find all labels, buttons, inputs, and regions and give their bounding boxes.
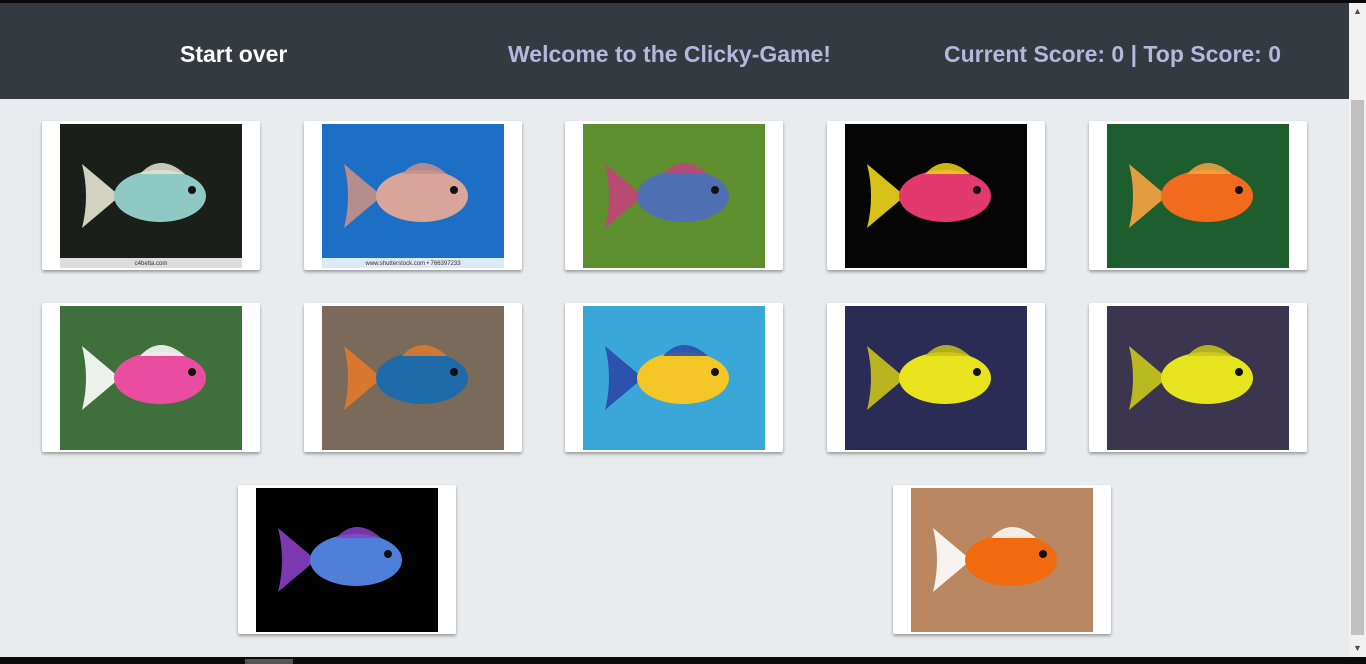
halfmoon-betta-card[interactable] xyxy=(238,485,456,634)
horizontal-scrollbar-thumb[interactable] xyxy=(245,659,293,664)
flowerhorn-card[interactable]: www.shutterstock.com • 766397233 xyxy=(304,121,522,270)
scroll-up-arrow-icon[interactable]: ▲ xyxy=(1349,3,1366,20)
fish-image xyxy=(256,488,438,632)
score-display: Current Score: 0 | Top Score: 0 xyxy=(944,41,1282,67)
fish-image xyxy=(845,124,1027,268)
yellow-tang-card[interactable] xyxy=(827,303,1045,452)
mandarinfish-card[interactable] xyxy=(304,303,522,452)
fish-image xyxy=(1107,306,1289,450)
clownfish-card[interactable] xyxy=(893,485,1111,634)
fish-image xyxy=(583,124,765,268)
reef-fish-card[interactable] xyxy=(565,303,783,452)
fish-image: c4betta.com xyxy=(60,124,242,268)
fish-image xyxy=(911,488,1093,632)
fish-image: www.shutterstock.com • 766397233 xyxy=(322,124,504,268)
fish-image xyxy=(845,306,1027,450)
scrollbar-thumb[interactable] xyxy=(1351,100,1364,635)
fish-image xyxy=(583,306,765,450)
image-watermark: c4betta.com xyxy=(135,261,168,267)
fish-image xyxy=(322,306,504,450)
image-watermark: www.shutterstock.com • 766397233 xyxy=(364,261,461,267)
goldfish-card[interactable] xyxy=(1089,121,1307,270)
pink-clownfish-card[interactable] xyxy=(42,303,260,452)
yellow-tang-2-card[interactable] xyxy=(1089,303,1307,452)
betta-white-teal-card[interactable]: c4betta.com xyxy=(42,121,260,270)
blue-betta-card[interactable] xyxy=(565,121,783,270)
fish-image xyxy=(1107,124,1289,268)
scroll-down-arrow-icon[interactable]: ▼ xyxy=(1349,640,1366,657)
start-over-link[interactable]: Start over xyxy=(180,40,287,68)
glofish-card[interactable] xyxy=(827,121,1045,270)
navbar: Start over Welcome to the Clicky-Game! C… xyxy=(0,3,1349,99)
fish-image xyxy=(60,306,242,450)
horizontal-scrollbar[interactable] xyxy=(0,657,1366,664)
welcome-title: Welcome to the Clicky-Game! xyxy=(508,41,831,67)
